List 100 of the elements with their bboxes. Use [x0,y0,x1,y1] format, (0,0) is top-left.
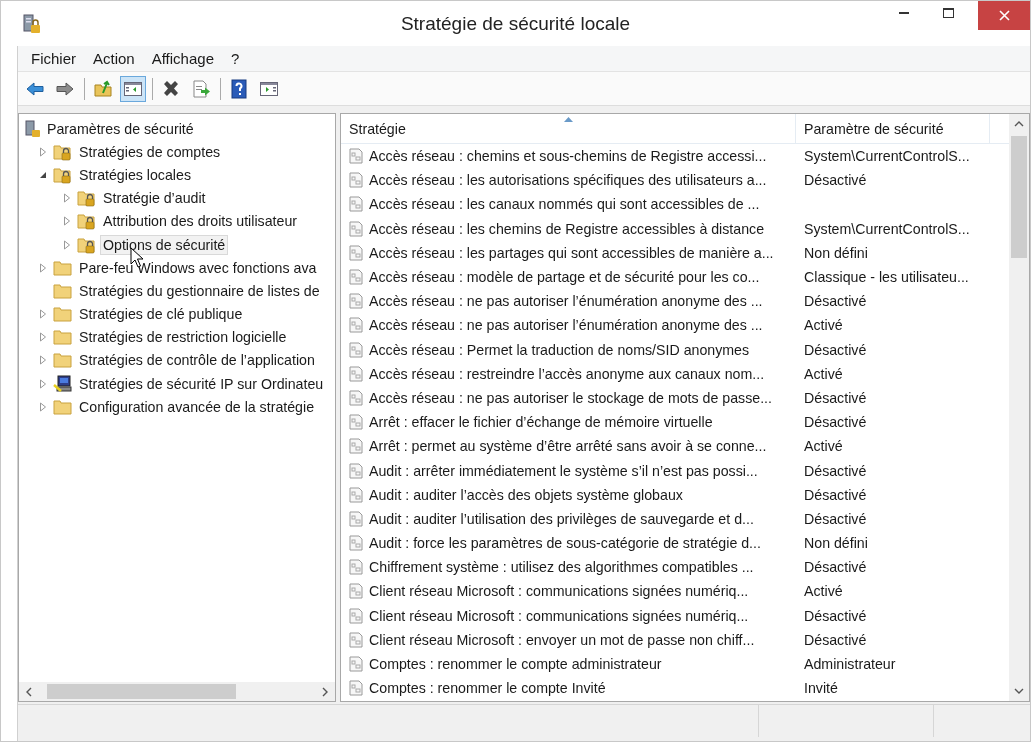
scroll-left-icon[interactable] [25,686,33,697]
folder-icon [53,328,73,347]
policy-name: Accès réseau : modèle de partage et de sécurité pour les co... [369,269,760,286]
policy-setting: Désactivé [804,172,867,189]
expand-arrow-icon[interactable] [39,378,47,389]
vertical-scrollbar[interactable] [1009,114,1029,701]
policy-name: Accès réseau : ne pas autoriser le stockage de mots de passe... [369,389,772,406]
policy-name: Audit : force les paramètres de sous-catégorie de stratégie d... [369,535,761,552]
scroll-thumb[interactable] [47,684,236,699]
tree-item[interactable]: Stratégie d’audit [100,188,209,209]
policy-icon [349,656,363,673]
policy-setting: Désactivé [804,510,867,527]
policy-name: Accès réseau : les autorisations spécifiques des utilisateurs a... [369,172,767,189]
locked-folder-icon [77,212,97,231]
scroll-up-icon[interactable] [1014,120,1024,128]
sort-arrow-icon [564,117,573,122]
expand-arrow-icon[interactable] [39,146,47,157]
tree-item[interactable]: Attribution des droits utilisateur [100,211,300,232]
expand-arrow-icon[interactable] [63,239,71,250]
tree-item[interactable]: Stratégies du gestionnaire de listes de [76,280,323,301]
tree-item[interactable]: Configuration avancée de la stratégie [76,396,318,417]
tree-button[interactable] [120,75,146,102]
policy-icon [349,244,363,261]
policy-name: Comptes : renommer le compte administrateur [369,656,662,673]
expand-arrow-icon[interactable] [39,355,47,366]
folder-icon [53,305,73,324]
policy-name: Audit : arrêter immédiatement le système s’il n’est pas possi... [369,462,758,479]
expand-arrow-icon[interactable] [39,309,47,320]
policy-setting: Désactivé [804,293,867,310]
policy-setting: Désactivé [804,414,867,431]
policy-setting: Administrateur [804,656,896,673]
tree-item[interactable]: Stratégies de contrôle de l’application [76,350,318,371]
column-header[interactable]: Paramètre de sécurité [796,114,990,143]
scroll-right-icon[interactable] [321,686,329,697]
tree-item[interactable]: Pare-feu Windows avec fonctions ava [76,257,320,278]
menu-item[interactable]: ? [224,48,247,69]
policy-icon [349,486,363,503]
folder-icon [53,397,73,416]
policy-setting: Désactivé [804,341,867,358]
policy-name: Client réseau Microsoft : communications signées numériq... [369,607,749,624]
tree-item[interactable]: Stratégies de sécurité IP sur Ordinateu [76,373,327,394]
tree-item[interactable]: Options de sécurité [100,234,229,255]
policy-icon [349,607,363,624]
expand-arrow-icon[interactable] [39,401,47,412]
policy-setting: Non défini [804,244,868,261]
expand-arrow-icon[interactable] [63,193,71,204]
menu-item[interactable]: Affichage [144,48,221,69]
menu-item[interactable]: Fichier [24,48,83,69]
tree-item[interactable]: Stratégies de comptes [76,141,224,162]
collapse-arrow-icon[interactable] [39,170,47,179]
policy-setting: Activé [804,583,843,600]
menu-item[interactable]: Action [86,48,142,69]
policy-icon [349,172,363,189]
policy-setting: Désactivé [804,631,867,648]
policy-setting: System\CurrentControlS... [804,148,970,165]
policy-setting: Désactivé [804,607,867,624]
policy-icon [349,535,363,552]
policy-setting: Désactivé [804,462,867,479]
policy-name: Accès réseau : les canaux nommés qui sont accessibles de ... [369,196,760,213]
app-icon [23,13,41,34]
tree-item[interactable]: Paramètres de sécurité [44,118,197,139]
policy-icon [349,220,363,237]
policy-name: Accès réseau : ne pas autoriser l’énumération anonyme des ... [369,293,763,310]
policy-setting: Activé [804,317,843,334]
policy-name: Accès réseau : Permet la traduction de noms/SID anonymes [369,341,750,358]
policy-name: Arrêt : effacer le fichier d’échange de mémoire virtuelle [369,414,713,431]
scroll-down-icon[interactable] [1014,687,1024,695]
expand-arrow-icon[interactable] [63,216,71,227]
policy-name: Client réseau Microsoft : communications signées numériq... [369,583,749,600]
policy-setting: Désactivé [804,559,867,576]
close-icon [998,10,1010,21]
policy-icon [349,293,363,310]
locked-folder-icon [53,142,73,161]
expand-arrow-icon[interactable] [39,332,47,343]
policy-icon [349,462,363,479]
folder-icon [53,281,73,300]
policy-name: Comptes : renommer le compte Invité [369,680,606,697]
policy-icon [349,317,363,334]
policy-setting: Non défini [804,535,868,552]
security-settings-icon [25,119,41,138]
close-button[interactable] [978,1,1030,30]
policy-icon [349,583,363,600]
locked-folder-icon [77,189,97,208]
policy-icon [349,148,363,165]
locked-folder-icon [53,165,73,184]
folder-icon [53,258,73,277]
tree-item[interactable]: Stratégies de clé publique [76,304,246,325]
folder-up-icon [93,78,113,99]
policy-icon [349,559,363,576]
maximize-icon [942,8,954,18]
tree-item[interactable]: Stratégies locales [76,164,194,185]
horizontal-scrollbar[interactable] [19,682,335,701]
scroll-thumb[interactable] [1011,136,1027,258]
expand-arrow-icon[interactable] [39,262,47,273]
policy-name: Accès réseau : chemins et sous-chemins de Registre accessi... [369,148,767,165]
policy-icon [349,365,363,382]
tree-item[interactable]: Stratégies de restriction logicielle [76,327,290,348]
policy-icon [349,341,363,358]
policy-name: Accès réseau : restreindre l’accès anonyme aux canaux nom... [369,365,765,382]
policy-setting: System\CurrentControlS... [804,220,970,237]
